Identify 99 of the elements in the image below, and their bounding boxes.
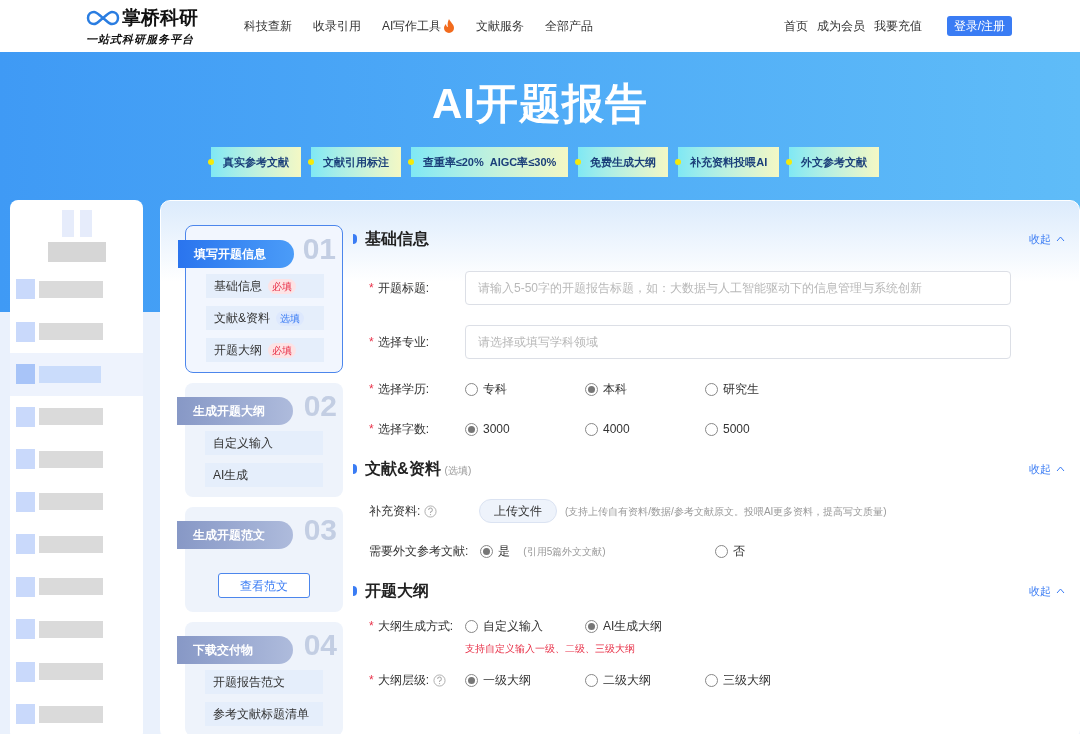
step-item[interactable]: 参考文献标题清单 <box>205 702 323 726</box>
logo-text: 掌桥科研 <box>122 5 198 30</box>
nav-link[interactable]: 文献服务 <box>476 17 525 35</box>
field-label: 大纲层级: <box>377 672 429 689</box>
radio-button[interactable] <box>585 673 598 687</box>
step-title: 下载交付物 <box>177 636 293 664</box>
radio-button[interactable] <box>465 382 478 396</box>
feature-tag: 查重率≤20% AIGC率≤30% <box>410 147 569 177</box>
view-sample-button[interactable]: 查看范文 <box>218 573 310 598</box>
radio-button[interactable] <box>585 422 598 436</box>
radio-button[interactable] <box>480 544 494 558</box>
radio-button[interactable] <box>705 422 718 436</box>
required-mark: * <box>369 334 374 351</box>
radio-label[interactable]: 3000 <box>483 420 510 438</box>
login-button[interactable]: 登录/注册 <box>946 16 1012 36</box>
text-field[interactable]: 请输入5-50字的开题报告标题，如：大数据与人工智能驱动下的信息管理与系统创新 <box>465 271 1011 305</box>
radio-label[interactable]: 4000 <box>603 420 630 438</box>
field-label: 选择字数: <box>377 421 429 438</box>
status-badge: 必填 <box>268 278 296 294</box>
nav-link[interactable]: 全部产品 <box>545 17 594 35</box>
radio-label[interactable]: 本科 <box>603 380 627 398</box>
section-marker-icon <box>353 586 357 596</box>
step-item[interactable]: 开题报告范文 <box>205 670 323 694</box>
upload-button[interactable]: 上传文件 <box>479 499 557 523</box>
help-icon[interactable] <box>424 504 438 518</box>
logo-slogan: 一站式科研服务平台 <box>86 32 195 48</box>
required-mark: * <box>369 618 374 635</box>
section-title: 基础信息 <box>365 229 429 249</box>
radio-label[interactable]: 一级大纲 <box>483 671 531 689</box>
radio-button[interactable] <box>465 422 478 436</box>
step-title: 生成开题大纲 <box>177 397 293 425</box>
banner-title: AI开题报告 <box>432 79 648 129</box>
field-label: 大纲生成方式: <box>377 618 453 635</box>
feature-tag: 文献引用标注 <box>310 147 401 177</box>
nav-link[interactable]: 收录引用 <box>313 17 361 35</box>
radio-button[interactable] <box>465 673 478 687</box>
radio-label[interactable]: 自定义输入 <box>483 617 543 635</box>
radio-label[interactable]: 5000 <box>723 420 750 438</box>
radio-button[interactable] <box>705 382 718 396</box>
feature-tag: 真实参考文献 <box>210 147 301 177</box>
text-field[interactable]: 请选择或填写学科领域 <box>465 325 1011 359</box>
hint-text: 支持自定义输入一级、二级、三级大纲 <box>465 642 636 656</box>
field-label: 开题标题: <box>377 280 429 297</box>
radio-label[interactable]: 否 <box>733 542 746 560</box>
required-mark: * <box>369 421 374 438</box>
step-item[interactable]: AI生成 <box>205 463 323 487</box>
logo-icon <box>86 8 120 27</box>
required-mark: * <box>369 381 374 398</box>
header-link[interactable]: 首页 <box>783 17 808 35</box>
section-marker-icon <box>353 234 357 244</box>
section-marker-icon <box>353 464 357 474</box>
chevron-up-icon <box>1056 466 1065 472</box>
section-title: 开题大纲 <box>365 581 429 601</box>
step-item[interactable]: 开题大纲 必填 <box>206 338 324 362</box>
radio-label[interactable]: 专科 <box>483 380 507 398</box>
radio-button[interactable] <box>465 619 478 633</box>
field-label: 需要外文参考文献: <box>369 543 469 560</box>
radio-button[interactable] <box>585 382 598 396</box>
collapse-button[interactable]: 收起 <box>1029 582 1065 600</box>
field-label: 补充资料: <box>369 503 421 520</box>
option-note: (引用5篇外文文献) <box>523 544 606 559</box>
collapse-button[interactable]: 收起 <box>1029 460 1065 478</box>
radio-label[interactable]: AI生成大纲 <box>603 617 663 635</box>
radio-label[interactable]: 二级大纲 <box>603 671 651 689</box>
radio-button[interactable] <box>715 544 729 558</box>
feature-tag: 外文参考文献 <box>789 147 880 177</box>
help-icon[interactable] <box>433 673 446 687</box>
header-link[interactable]: 成为会员 <box>816 17 865 35</box>
nav-link[interactable]: 科技查新 <box>244 17 292 35</box>
collapse-button[interactable]: 收起 <box>1029 230 1065 248</box>
field-label: 选择专业: <box>377 334 429 351</box>
section-title: 文献&资料 <box>365 459 441 479</box>
step-title: 填写开题信息 <box>178 240 294 268</box>
step-title: 生成开题范文 <box>177 521 293 549</box>
feature-tag: 免费生成大纲 <box>578 147 669 177</box>
step-item[interactable]: 文献&资料 选填 <box>206 306 324 330</box>
step-item[interactable]: 自定义输入 <box>205 431 323 455</box>
chevron-up-icon <box>1056 588 1065 594</box>
radio-button[interactable] <box>705 673 718 687</box>
sidebar-title-placeholder <box>47 242 106 262</box>
radio-label[interactable]: 是 <box>498 542 511 560</box>
status-badge: 选填 <box>276 310 304 326</box>
radio-button[interactable] <box>585 619 598 633</box>
upload-hint: (支持上传自有资料/数据/参考文献原文。投喂AI更多资料，提高写文质量) <box>565 504 887 519</box>
status-badge: 必填 <box>268 342 296 358</box>
radio-label[interactable]: 研究生 <box>723 380 759 398</box>
sidebar-logo-icon <box>61 210 92 237</box>
section-note: (选填) <box>444 464 472 478</box>
required-mark: * <box>369 280 374 297</box>
required-mark: * <box>369 672 374 689</box>
flame-icon <box>443 19 456 33</box>
field-label: 选择学历: <box>377 381 429 398</box>
chevron-up-icon <box>1056 236 1065 242</box>
sidebar-item[interactable] <box>10 353 143 396</box>
feature-tag: 补充资料投喂AI <box>678 147 780 177</box>
radio-label[interactable]: 三级大纲 <box>723 671 771 689</box>
header-link[interactable]: 我要充值 <box>873 17 922 35</box>
step-item[interactable]: 基础信息 必填 <box>206 274 324 298</box>
nav-link[interactable]: AI写作工具 <box>382 17 456 35</box>
